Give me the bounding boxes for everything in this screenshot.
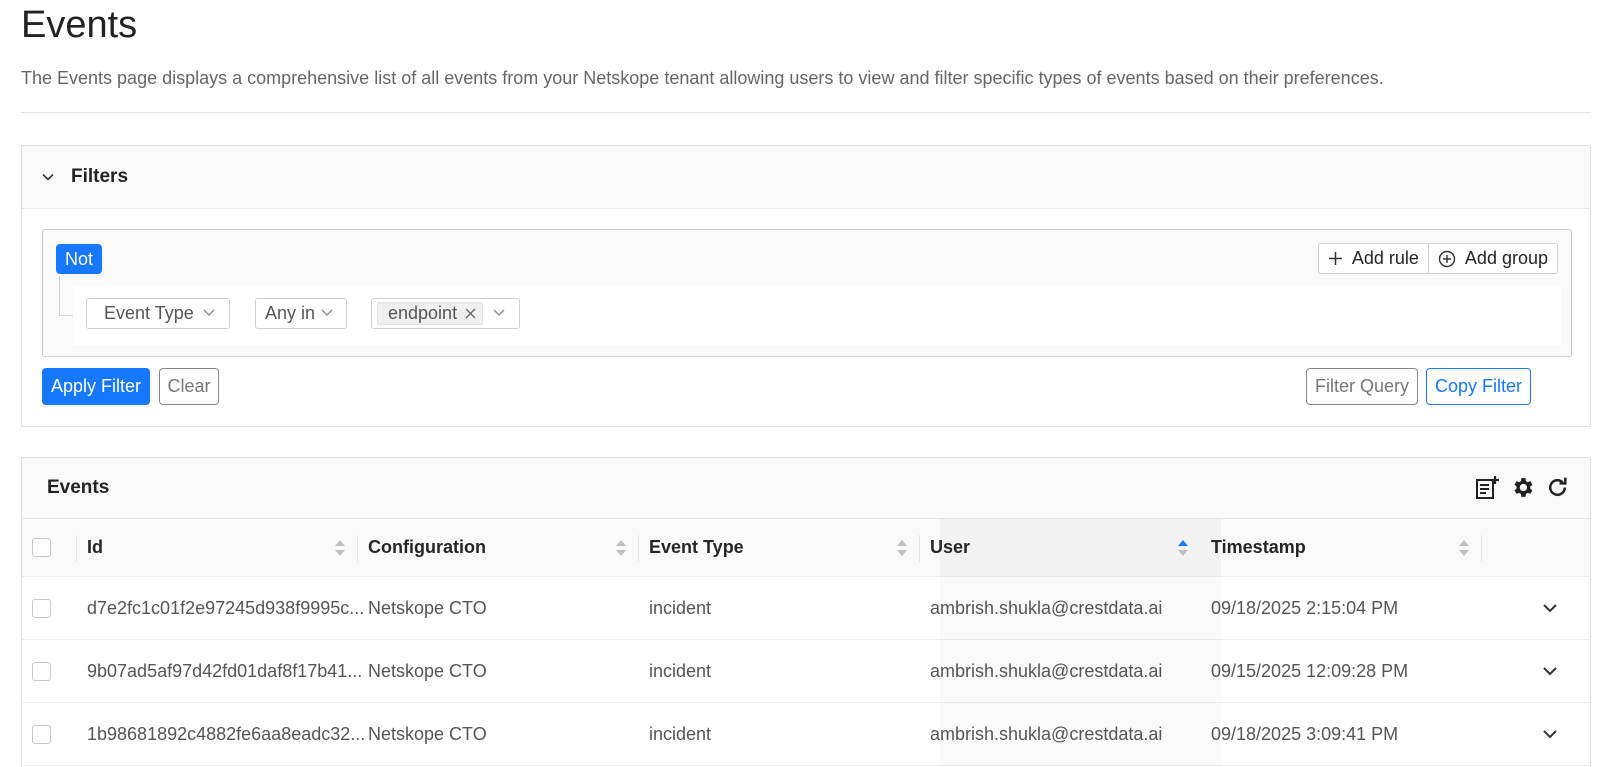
cell-configuration: Netskope CTO — [368, 723, 487, 744]
cell-id: 1b98681892c4882fe6aa8eadc32... — [87, 723, 366, 744]
chevron-down-icon — [493, 309, 505, 316]
cell-configuration: Netskope CTO — [368, 597, 487, 618]
column-separator — [919, 535, 920, 562]
query-builder-group: Not Add rule Add group Event Type Any in — [42, 229, 1572, 357]
events-panel: Events Id Configuration Event Type User … — [21, 457, 1591, 767]
row-checkbox-cell — [32, 703, 51, 765]
header-divider — [21, 112, 1591, 113]
column-header-label: Id — [87, 537, 103, 557]
add-rule-button[interactable]: Add rule — [1319, 244, 1428, 273]
filters-title: Filters — [71, 166, 129, 187]
table-row[interactable]: 1b98681892c4882fe6aa8eadc32... Netskope … — [22, 703, 1590, 766]
value-multiselect[interactable]: endpoint — [371, 298, 520, 329]
value-tag: endpoint — [377, 302, 484, 325]
operator-select-value: Any in — [265, 303, 316, 323]
plus-circle-icon — [1438, 250, 1456, 267]
add-rule-label: Add rule — [1351, 248, 1419, 268]
add-group-button[interactable]: Add group — [1427, 244, 1557, 273]
chevron-down-icon — [42, 173, 54, 181]
cell-id: 9b07ad5af97d42fd01daf8f17b41... — [87, 660, 363, 681]
column-separator — [1481, 535, 1482, 562]
cell-timestamp: 09/15/2025 12:09:28 PM — [1211, 660, 1409, 681]
plus-icon — [1328, 252, 1342, 265]
refresh-icon[interactable] — [1545, 475, 1570, 500]
cell-timestamp: 09/18/2025 2:15:04 PM — [1211, 597, 1399, 618]
filters-collapse-header[interactable]: Filters — [22, 146, 1590, 209]
cell-user: ambrish.shukla@crestdata.ai — [930, 723, 1163, 744]
sort-icon[interactable] — [334, 539, 346, 557]
column-separator — [357, 535, 358, 562]
cell-id: d7e2fc1c01f2e97245d938f9995c... — [87, 597, 365, 618]
cell-timestamp: 09/18/2025 3:09:41 PM — [1211, 723, 1399, 744]
page-description: The Events page displays a comprehensive… — [21, 68, 1384, 88]
column-separator — [638, 535, 639, 562]
cell-event-type: incident — [649, 723, 712, 744]
sort-icon[interactable] — [1458, 539, 1470, 557]
column-header-label: Event Type — [649, 537, 744, 557]
header-checkbox-cell — [32, 519, 51, 576]
chevron-down-icon — [321, 309, 333, 316]
operator-select[interactable]: Any in — [255, 298, 347, 329]
row-checkbox[interactable] — [32, 661, 51, 681]
expand-row-chevron-icon[interactable] — [1541, 662, 1559, 680]
table-header-row: Id Configuration Event Type User Timesta… — [22, 519, 1590, 577]
clear-button[interactable]: Clear — [159, 368, 219, 405]
column-header-configuration[interactable]: Configuration — [368, 519, 638, 576]
chevron-down-icon — [203, 309, 215, 316]
row-checkbox-cell — [32, 640, 51, 702]
add-actions-group: Add rule Add group — [1317, 243, 1558, 274]
cell-user: ambrish.shukla@crestdata.ai — [930, 660, 1163, 681]
filter-query-button[interactable]: Filter Query — [1306, 368, 1418, 405]
row-checkbox-cell — [32, 577, 51, 639]
table-row[interactable]: d7e2fc1c01f2e97245d938f9995c... Netskope… — [22, 577, 1590, 640]
table-row[interactable]: 9b07ad5af97d42fd01daf8f17b41... Netskope… — [22, 640, 1590, 703]
select-all-checkbox[interactable] — [32, 538, 51, 557]
sort-ascending-icon[interactable] — [1177, 539, 1189, 557]
column-header-user[interactable]: User — [930, 519, 1200, 576]
apply-filter-button[interactable]: Apply Filter — [42, 368, 150, 405]
column-header-label: Timestamp — [1211, 537, 1306, 557]
row-checkbox[interactable] — [32, 598, 51, 618]
events-title: Events — [47, 477, 110, 498]
expand-row-chevron-icon[interactable] — [1541, 725, 1559, 743]
filters-panel: Filters Not Add rule Add group Event Typ… — [21, 145, 1591, 427]
close-icon[interactable] — [465, 308, 476, 319]
add-note-icon[interactable] — [1475, 475, 1500, 500]
page-title: Events — [21, 4, 138, 46]
column-separator — [76, 535, 77, 562]
cell-user: ambrish.shukla@crestdata.ai — [930, 597, 1163, 618]
events-table: Id Configuration Event Type User Timesta… — [22, 519, 1590, 766]
tree-connector-line — [59, 276, 73, 316]
sort-icon[interactable] — [615, 539, 627, 557]
not-toggle-button[interactable]: Not — [56, 244, 103, 274]
field-select-value: Event Type — [104, 303, 194, 323]
add-group-label: Add group — [1464, 248, 1548, 268]
filter-rule-row: Event Type Any in endpoint — [73, 285, 1561, 345]
column-header-label: User — [930, 537, 971, 557]
column-header-event-type[interactable]: Event Type — [649, 519, 919, 576]
events-toolbar — [1475, 475, 1570, 500]
copy-filter-button[interactable]: Copy Filter — [1426, 368, 1531, 405]
cell-configuration: Netskope CTO — [368, 660, 487, 681]
field-select[interactable]: Event Type — [86, 298, 230, 329]
expand-row-chevron-icon[interactable] — [1541, 599, 1559, 617]
value-tag-label: endpoint — [388, 303, 458, 323]
column-header-timestamp[interactable]: Timestamp — [1211, 519, 1481, 576]
cell-event-type: incident — [649, 660, 712, 681]
column-header-label: Configuration — [368, 537, 486, 557]
column-header-id[interactable]: Id — [87, 519, 357, 576]
sort-icon[interactable] — [896, 539, 908, 557]
events-header: Events — [22, 458, 1590, 519]
cell-event-type: incident — [649, 597, 712, 618]
row-checkbox[interactable] — [32, 724, 51, 744]
gear-icon[interactable] — [1510, 475, 1535, 500]
